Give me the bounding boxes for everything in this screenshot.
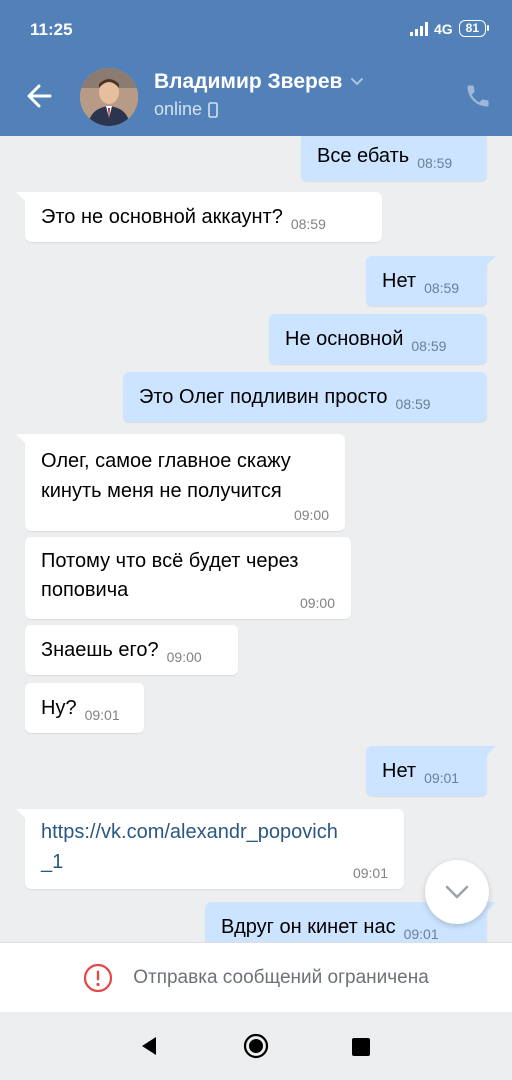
- message-bubble[interactable]: Олег, самое главное скажу кинуть меня не…: [16, 434, 345, 531]
- message-time: 09:01: [84, 707, 120, 723]
- message-text: Нет: [382, 760, 417, 782]
- message-text: Вдруг он кинет нас: [221, 916, 396, 938]
- message-text-line: кинуть меня не получится: [41, 480, 282, 502]
- message-text: Знаешь его?: [41, 639, 159, 661]
- signal-icon: [409, 21, 428, 36]
- message-bubble[interactable]: https://vk.com/alexandr_popovich _1 09:0…: [16, 809, 404, 889]
- message-text: Все ебать: [317, 145, 410, 167]
- message-time: 08:59: [411, 338, 447, 354]
- battery-level: 81: [465, 21, 479, 35]
- nav-recent-apps-icon[interactable]: [352, 1038, 370, 1056]
- message-list[interactable]: Все ебать 08:59 Это не основной аккаунт? 0…: [0, 136, 512, 942]
- contact-status: online: [154, 99, 218, 120]
- message-text: Это Олег подливин просто: [139, 386, 388, 408]
- message-time: 09:00: [166, 649, 202, 665]
- message-text-line: Потому что всё будет через: [41, 550, 299, 572]
- message-bubble[interactable]: Знаешь его? 09:00: [25, 625, 238, 675]
- message-text: Нет: [382, 270, 417, 292]
- scroll-to-bottom-button[interactable]: [425, 860, 489, 924]
- message-text-line: Олег, самое главное скажу: [41, 450, 291, 472]
- message-time: 09:00: [299, 595, 335, 611]
- message-link[interactable]: https://vk.com/alexandr_popovich: [41, 817, 388, 847]
- message-time: 09:00: [293, 507, 329, 523]
- message-time: 09:01: [403, 926, 439, 942]
- message-time: 08:59: [290, 216, 326, 232]
- chevron-down-icon: [351, 78, 364, 86]
- message-text: Ну?: [41, 697, 77, 719]
- message-text-line: поповича: [41, 579, 129, 601]
- battery-icon: 81: [458, 20, 490, 37]
- message-bubble[interactable]: Ну? 09:01: [25, 683, 144, 733]
- back-button[interactable]: [22, 78, 58, 114]
- message-bubble[interactable]: Не основной 08:59: [269, 314, 487, 364]
- message-bubble[interactable]: Это Олег подливин просто 08:59: [123, 372, 487, 422]
- nav-back-icon[interactable]: [140, 1036, 158, 1056]
- network-type: 4G: [433, 20, 453, 37]
- mobile-icon: [208, 101, 218, 118]
- message-time: 09:01: [424, 770, 460, 786]
- message-bubble[interactable]: Это не основной аккаунт? 08:59: [16, 192, 382, 242]
- message-bubble[interactable]: Нет 09:01: [366, 746, 496, 796]
- message-text: Это не основной аккаунт?: [41, 206, 283, 228]
- status-indicators: 4G 81: [409, 20, 490, 37]
- chevron-down-icon: [445, 885, 469, 899]
- message-time: 09:01: [352, 865, 388, 881]
- phone-icon: [467, 85, 489, 107]
- contact-name[interactable]: Владимир Зверев: [154, 70, 364, 94]
- restriction-text: Отправка сообщений ограничена: [133, 966, 429, 988]
- status-time: 11:25: [30, 20, 73, 39]
- android-navigation-bar: [0, 1012, 512, 1080]
- arrow-left-icon: [27, 84, 52, 108]
- message-time: 08:59: [417, 155, 453, 171]
- status-bar: 11:25 4G 81: [0, 0, 512, 60]
- chat-header: 11:25 4G 81 Владимир Зверев online: [0, 0, 512, 136]
- message-bubble[interactable]: Нет 08:59: [366, 256, 496, 306]
- message-link-continued[interactable]: _1: [41, 847, 388, 877]
- message-time: 08:59: [395, 396, 431, 412]
- message-bubble[interactable]: Все ебать 08:59: [301, 136, 487, 181]
- call-button[interactable]: [464, 82, 492, 110]
- alert-circle-icon: [84, 963, 113, 992]
- contact-status-text: online: [154, 99, 203, 119]
- message-bubble[interactable]: Потому что всё будет через поповича 09:0…: [25, 537, 351, 619]
- contact-avatar[interactable]: [80, 68, 138, 126]
- message-text: Не основной: [285, 328, 404, 350]
- message-time: 08:59: [424, 280, 460, 296]
- nav-home-icon[interactable]: [243, 1033, 269, 1059]
- messaging-restricted-banner: Отправка сообщений ограничена: [0, 942, 512, 1012]
- contact-name-text: Владимир Зверев: [154, 70, 343, 93]
